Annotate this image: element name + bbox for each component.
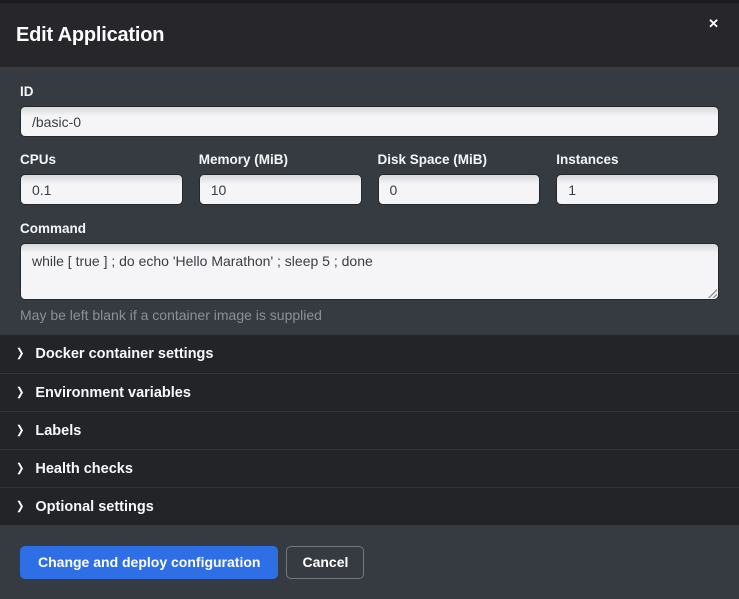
modal-footer: Change and deploy configuration Cancel	[0, 525, 739, 599]
section-labels[interactable]: ❯ Labels	[0, 411, 739, 449]
id-field-group: ID	[20, 84, 719, 137]
instances-label: Instances	[556, 152, 719, 167]
section-label: Docker container settings	[35, 346, 213, 362]
disk-input[interactable]	[378, 174, 541, 205]
command-label: Command	[20, 221, 719, 236]
edit-application-modal: Edit Application ✕ ID CPUs Memory (MiB) …	[0, 3, 739, 599]
id-label: ID	[20, 84, 719, 99]
instances-field-group: Instances	[556, 152, 719, 205]
section-label: Labels	[35, 423, 81, 439]
chevron-right-icon: ❯	[16, 463, 24, 475]
chevron-right-icon: ❯	[16, 387, 24, 399]
cpus-input[interactable]	[20, 174, 183, 205]
memory-field-group: Memory (MiB)	[199, 152, 362, 205]
change-and-deploy-button[interactable]: Change and deploy configuration	[20, 546, 278, 579]
application-form: ID CPUs Memory (MiB) Disk Space (MiB) In…	[0, 67, 739, 335]
memory-label: Memory (MiB)	[199, 152, 362, 167]
modal-title: Edit Application	[16, 24, 164, 47]
disk-label: Disk Space (MiB)	[378, 152, 541, 167]
section-environment-variables[interactable]: ❯ Environment variables	[0, 373, 739, 411]
cpus-label: CPUs	[20, 152, 183, 167]
memory-input[interactable]	[199, 174, 362, 205]
close-icon[interactable]: ✕	[704, 13, 723, 34]
id-input[interactable]	[20, 106, 719, 137]
section-optional-settings[interactable]: ❯ Optional settings	[0, 487, 739, 525]
cancel-button[interactable]: Cancel	[286, 546, 364, 579]
chevron-right-icon: ❯	[16, 348, 24, 360]
collapsible-sections: ❯ Docker container settings ❯ Environmen…	[0, 335, 739, 525]
cpus-field-group: CPUs	[20, 152, 183, 205]
chevron-right-icon: ❯	[16, 425, 24, 437]
disk-field-group: Disk Space (MiB)	[378, 152, 541, 205]
section-label: Optional settings	[35, 499, 153, 515]
chevron-right-icon: ❯	[16, 501, 24, 513]
modal-header: Edit Application ✕	[0, 3, 739, 67]
instances-input[interactable]	[556, 174, 719, 205]
section-label: Health checks	[35, 461, 133, 477]
section-docker-container-settings[interactable]: ❯ Docker container settings	[0, 335, 739, 373]
section-label: Environment variables	[35, 385, 191, 401]
command-field-group: Command while [ true ] ; do echo 'Hello …	[20, 221, 719, 323]
resources-row: CPUs Memory (MiB) Disk Space (MiB) Insta…	[20, 152, 719, 205]
section-health-checks[interactable]: ❯ Health checks	[0, 449, 739, 487]
command-textarea[interactable]: while [ true ] ; do echo 'Hello Marathon…	[20, 243, 719, 300]
command-helper-text: May be left blank if a container image i…	[20, 307, 719, 323]
